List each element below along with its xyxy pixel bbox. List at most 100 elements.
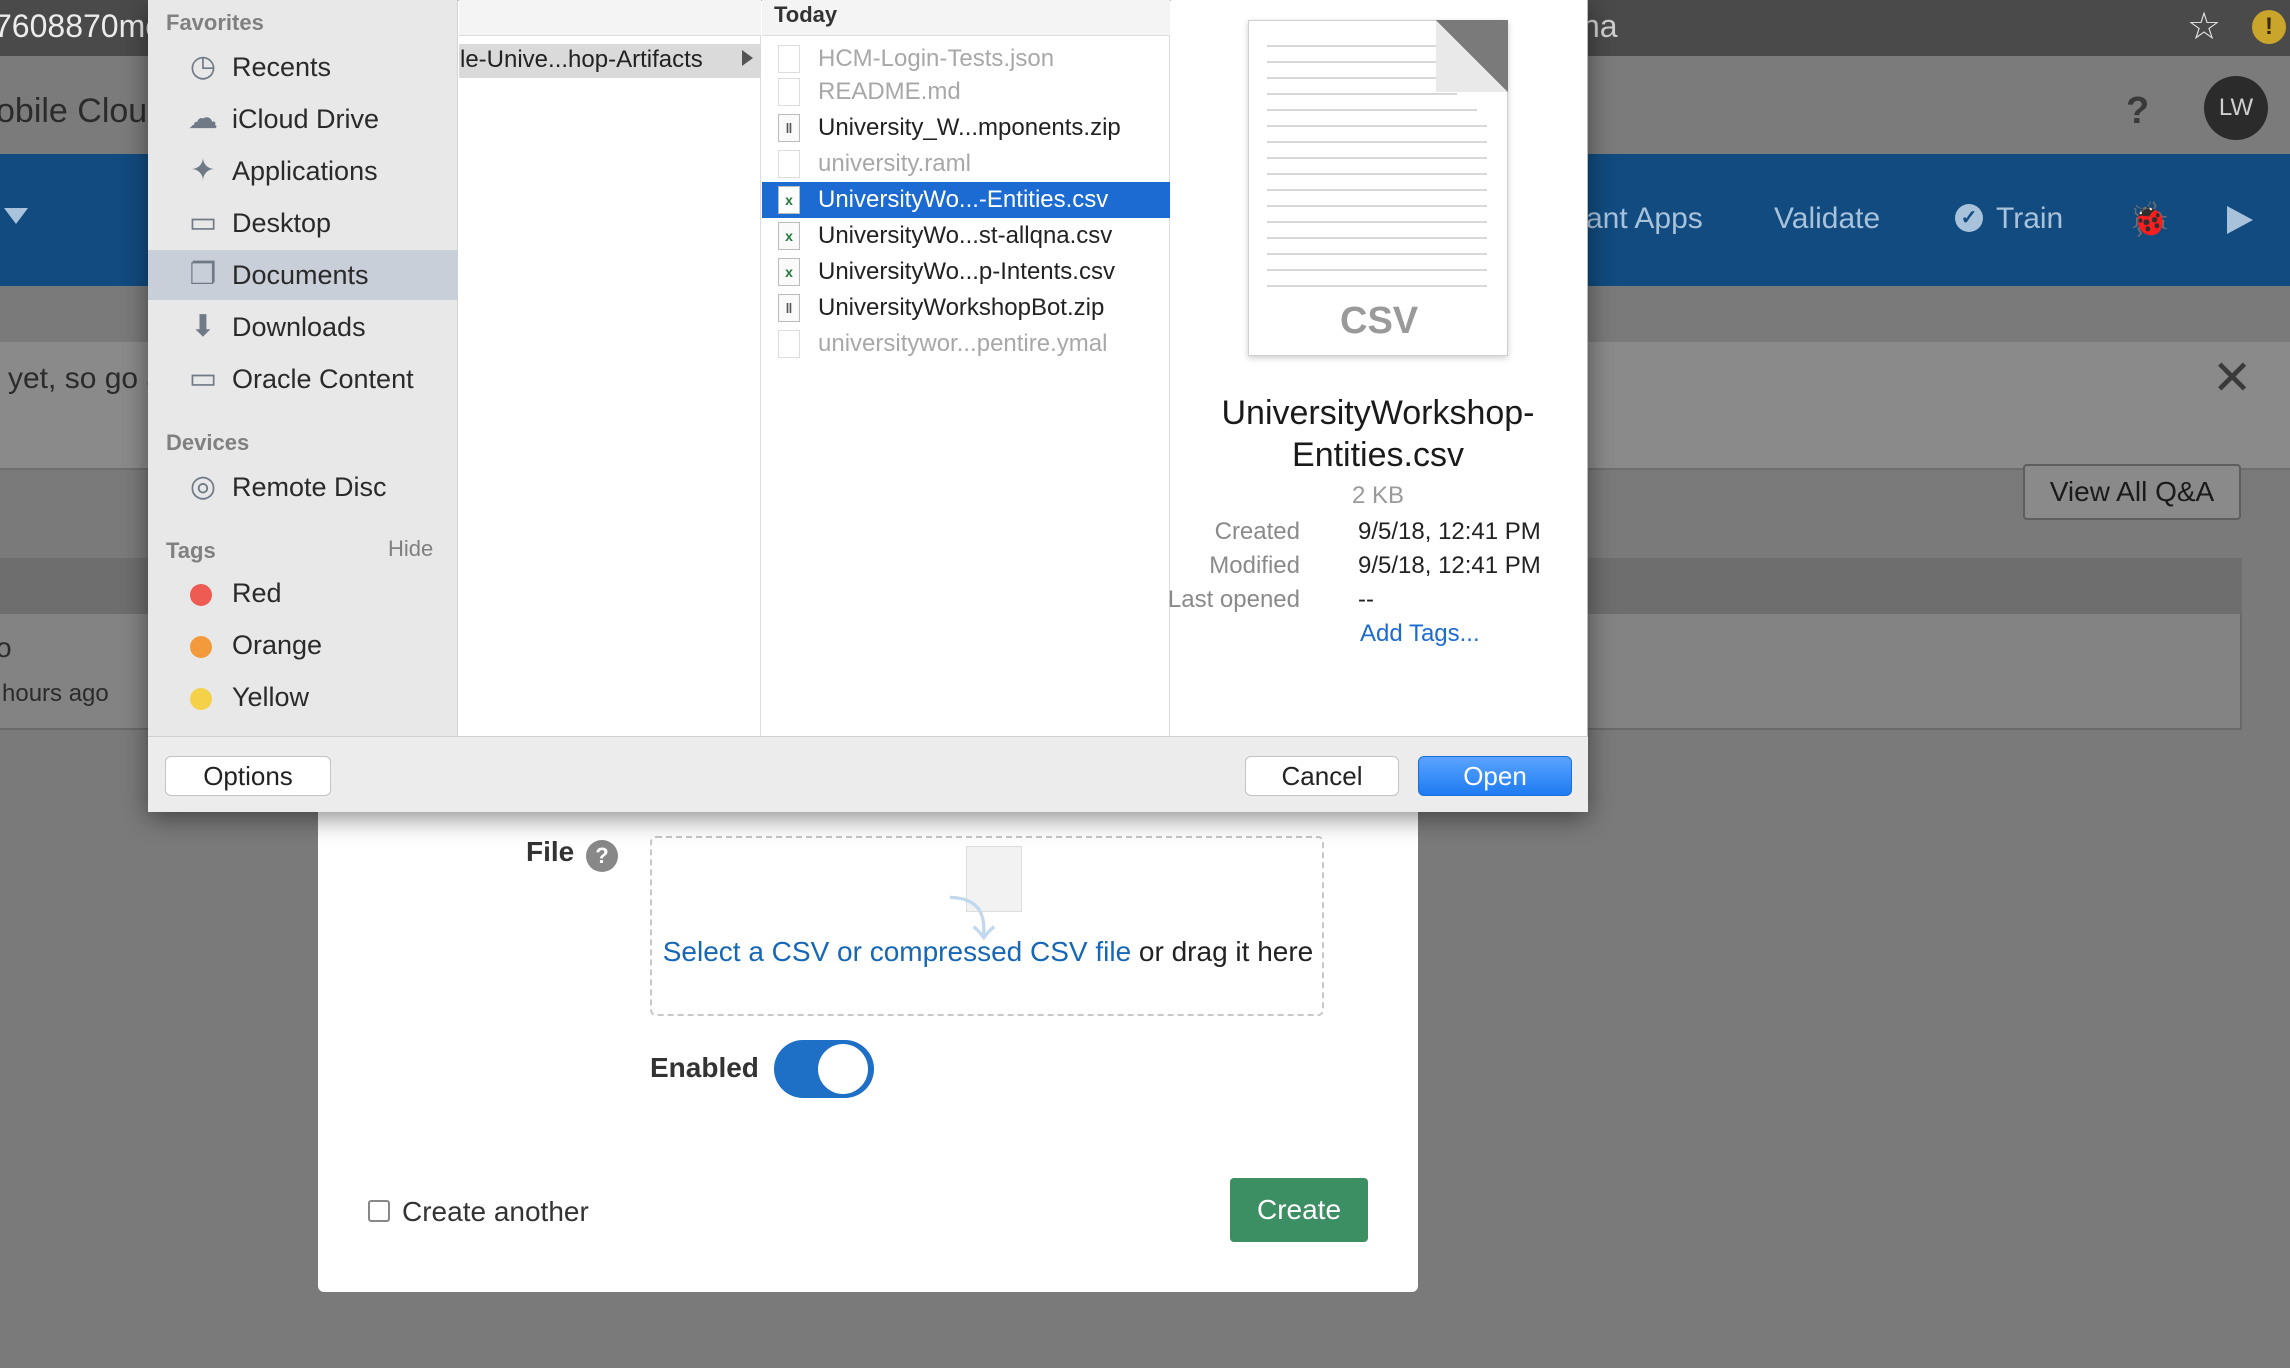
bookmark-star-icon[interactable]: ☆ [2187, 4, 2221, 49]
sidebar-item-applications[interactable]: ✦ Applications [148, 146, 458, 196]
chevron-down-icon[interactable] [4, 208, 28, 224]
sidebar-item-label: Applications [232, 156, 378, 186]
modified-value: 9/5/18, 12:41 PM [1358, 552, 1541, 579]
sidebar-item-label: Yellow [232, 682, 310, 712]
cancel-button[interactable]: Cancel [1245, 756, 1399, 796]
preview-file-size: 2 KB [1351, 482, 1405, 509]
file-row[interactable]: x UniversityWo...st-allqna.csv [762, 218, 1170, 254]
devices-header: Devices [166, 430, 250, 455]
preview-name-line2: Entities.csv [1292, 436, 1464, 474]
sidebar-item-downloads[interactable]: ⬇ Downloads [148, 302, 458, 352]
open-button[interactable]: Open [1418, 756, 1572, 796]
sidebar-tag-yellow[interactable]: Yellow [148, 672, 458, 722]
cloud-icon: ☁ [188, 102, 218, 135]
dropzone-text: Select a CSV or compressed CSV file or d… [652, 936, 1324, 968]
file-row[interactable]: universitywor...pentire.ymal [762, 326, 1170, 362]
add-tags-link[interactable]: Add Tags... [1360, 620, 1480, 648]
help-icon[interactable]: ? [586, 840, 618, 872]
enabled-label: Enabled [650, 1052, 759, 1083]
sidebar-item-icloud-drive[interactable]: ☁ iCloud Drive [148, 94, 458, 144]
file-row-selected[interactable]: x UniversityWo...-Entities.csv [762, 182, 1170, 218]
file-row[interactable]: HCM-Login-Tests.json [762, 41, 1170, 77]
close-icon[interactable]: ✕ [2212, 350, 2252, 406]
applications-icon: ✦ [190, 154, 216, 187]
file-name: UniversityWo...-Entities.csv [818, 186, 1109, 213]
toolbar-item-validate[interactable]: Validate [1774, 202, 1880, 236]
zip-icon: ‖ [778, 114, 800, 142]
thumbnail-label: CSV [1340, 300, 1419, 342]
sidebar-item-label: Orange [232, 630, 323, 660]
tags-hide-link[interactable]: Hide [388, 536, 433, 562]
doc-icon [778, 150, 800, 178]
page-fold [1436, 20, 1508, 92]
file-row[interactable]: university.raml [762, 146, 1170, 182]
help-icon[interactable]: ? [2126, 90, 2149, 133]
doc-icon [778, 330, 800, 358]
create-another-label[interactable]: Create another [402, 1196, 589, 1228]
modified-label: Modified [1209, 552, 1300, 579]
sidebar-item-oracle-content[interactable]: ▭ Oracle Content [148, 354, 458, 404]
file-name: UniversityWorkshopBot.zip [818, 294, 1105, 321]
folder-icon: ▭ [188, 362, 218, 395]
file-name: university.raml [818, 150, 971, 177]
file-name: universitywor...pentire.ymal [818, 330, 1108, 357]
check-icon: ✓ [1955, 204, 1983, 232]
excel-icon: x [778, 186, 800, 214]
dropzone-suffix: or drag it here [1131, 936, 1314, 967]
created-value: 9/5/18, 12:41 PM [1358, 518, 1541, 545]
list-item-time: hours ago [2, 680, 109, 707]
sidebar-item-label: iCloud Drive [232, 104, 380, 134]
desktop-icon: ▭ [188, 206, 218, 239]
toolbar-item-apps[interactable]: ant Apps [1586, 202, 1703, 236]
preview-file-name: UniversityWorkshop- Entities.csv [1180, 392, 1576, 476]
preview-name-line1: UniversityWorkshop- [1221, 394, 1535, 432]
file-name: UniversityWo...p-Intents.csv [818, 258, 1115, 285]
toggle-knob [818, 1044, 868, 1094]
select-file-link[interactable]: Select a CSV or compressed CSV file [663, 936, 1131, 967]
sidebar-tag-red[interactable]: Red [148, 568, 458, 618]
downloads-icon: ⬇ [190, 310, 216, 343]
disc-icon: ◎ [189, 470, 217, 503]
banner-text: yet, so go a [8, 362, 164, 395]
file-row[interactable]: README.md [762, 74, 1170, 110]
last-opened-label: Last opened [1167, 586, 1300, 613]
play-icon[interactable] [2227, 206, 2253, 234]
sidebar-tag-orange[interactable]: Orange [148, 620, 458, 670]
app-title: obile Cloud [0, 92, 167, 130]
sidebar-item-label: Desktop [232, 208, 332, 238]
chevron-right-icon [742, 50, 753, 66]
file-label: File [526, 836, 575, 867]
file-row[interactable]: ‖ UniversityWorkshopBot.zip [762, 290, 1170, 326]
sidebar-item-label: Downloads [232, 312, 366, 342]
file-name: HCM-Login-Tests.json [818, 45, 1055, 72]
file-name: University_W...mponents.zip [818, 114, 1121, 141]
bug-icon[interactable]: 🐞 [2128, 200, 2170, 240]
sidebar-item-recents[interactable]: ◷ Recents [148, 42, 458, 92]
toolbar-item-train[interactable]: Train [1996, 202, 2063, 236]
create-another-checkbox[interactable] [368, 1200, 390, 1222]
sidebar-item-remote-disc[interactable]: ◎ Remote Disc [148, 462, 458, 512]
sidebar-item-label: Documents [232, 260, 369, 290]
column-header [459, 0, 761, 36]
zip-icon: ‖ [778, 294, 800, 322]
browser-column-1 [459, 0, 761, 736]
documents-icon: ❐ [189, 258, 217, 291]
file-row[interactable]: x UniversityWo...p-Intents.csv [762, 254, 1170, 290]
sidebar-item-desktop[interactable]: ▭ Desktop [148, 198, 458, 248]
excel-icon: x [778, 222, 800, 250]
extension-warning-icon[interactable]: ! [2252, 10, 2286, 44]
sidebar-item-label: Red [232, 578, 282, 608]
options-button[interactable]: Options [165, 756, 331, 796]
file-name: UniversityWo...st-allqna.csv [818, 222, 1113, 249]
red-tag-dot-icon [190, 584, 212, 606]
create-button[interactable]: Create [1230, 1178, 1368, 1242]
file-row[interactable]: ‖ University_W...mponents.zip [762, 110, 1170, 146]
list-item-title: o [0, 632, 12, 663]
view-all-qa-button[interactable]: View All Q&A [2023, 464, 2241, 520]
url-text[interactable]: 7608870mo [0, 8, 163, 45]
folder-name[interactable]: le-Unive...hop-Artifacts [460, 46, 703, 74]
avatar[interactable]: LW [2204, 76, 2268, 140]
sidebar-item-label: Remote Disc [232, 472, 387, 502]
favorites-header: Favorites [166, 10, 264, 35]
sidebar-item-documents[interactable]: ❐ Documents [148, 250, 458, 300]
